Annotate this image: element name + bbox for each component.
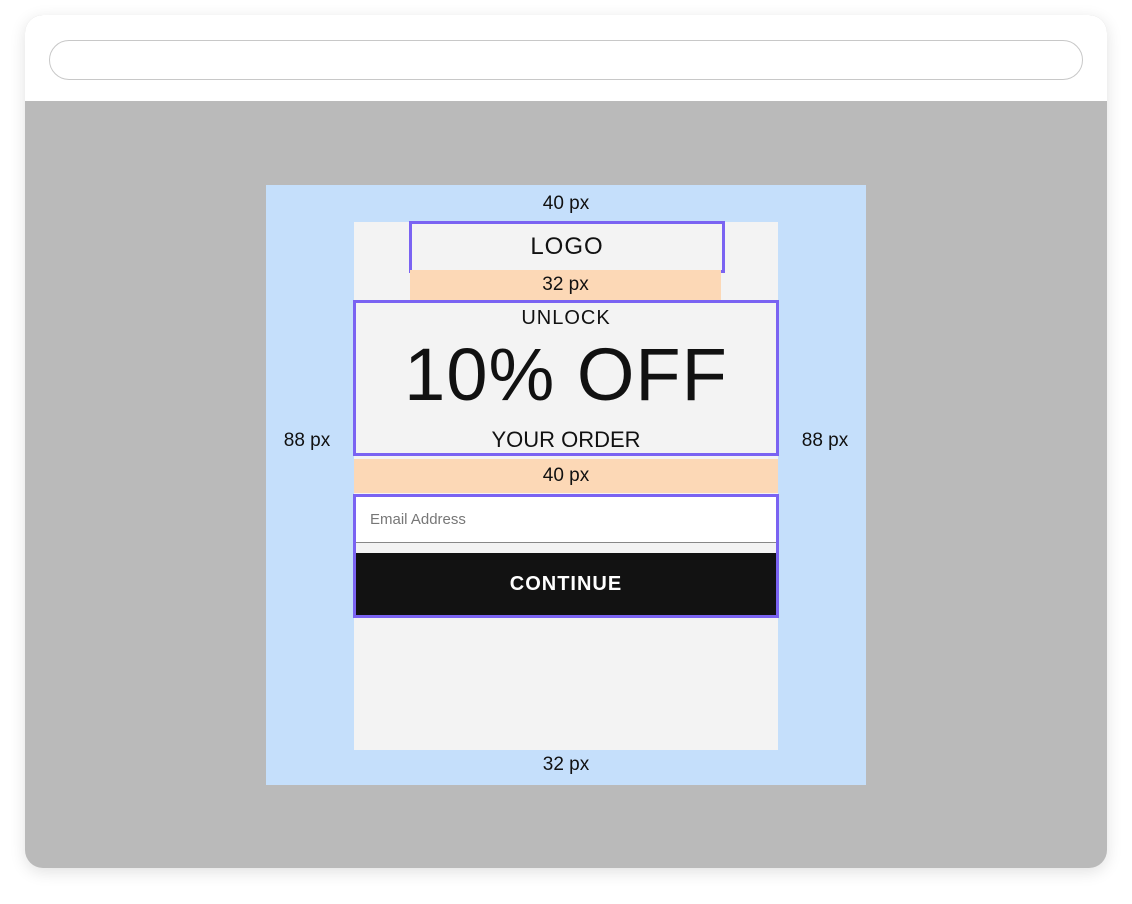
browser-toolbar [25, 15, 1107, 101]
popup-container: LOGO 32 px UNLOCK 10% OFF YOUR ORDER 40 … [353, 221, 779, 750]
headline-gap-label: 40 px [354, 459, 778, 493]
your-order-text: YOUR ORDER [491, 427, 641, 452]
email-field[interactable] [356, 497, 776, 543]
left-padding-label: 88 px [283, 430, 331, 451]
top-padding-label: 40 px [542, 193, 590, 214]
continue-button[interactable]: CONTINUE [356, 553, 776, 615]
offer-text: 10% OFF [404, 333, 728, 416]
unlock-text: UNLOCK [521, 307, 611, 329]
headline-block: UNLOCK 10% OFF YOUR ORDER [353, 300, 779, 456]
right-padding-label: 88 px [801, 430, 849, 451]
signup-form: CONTINUE [353, 494, 779, 618]
bottom-padding-label: 32 px [542, 754, 590, 775]
browser-window: 40 px 88 px 88 px 32 px LOGO 32 px UNLOC… [25, 15, 1107, 868]
address-bar[interactable] [49, 40, 1083, 80]
padding-area: 40 px 88 px 88 px 32 px LOGO 32 px UNLOC… [266, 185, 866, 785]
logo-gap-label: 32 px [410, 270, 721, 300]
logo: LOGO [409, 221, 725, 273]
